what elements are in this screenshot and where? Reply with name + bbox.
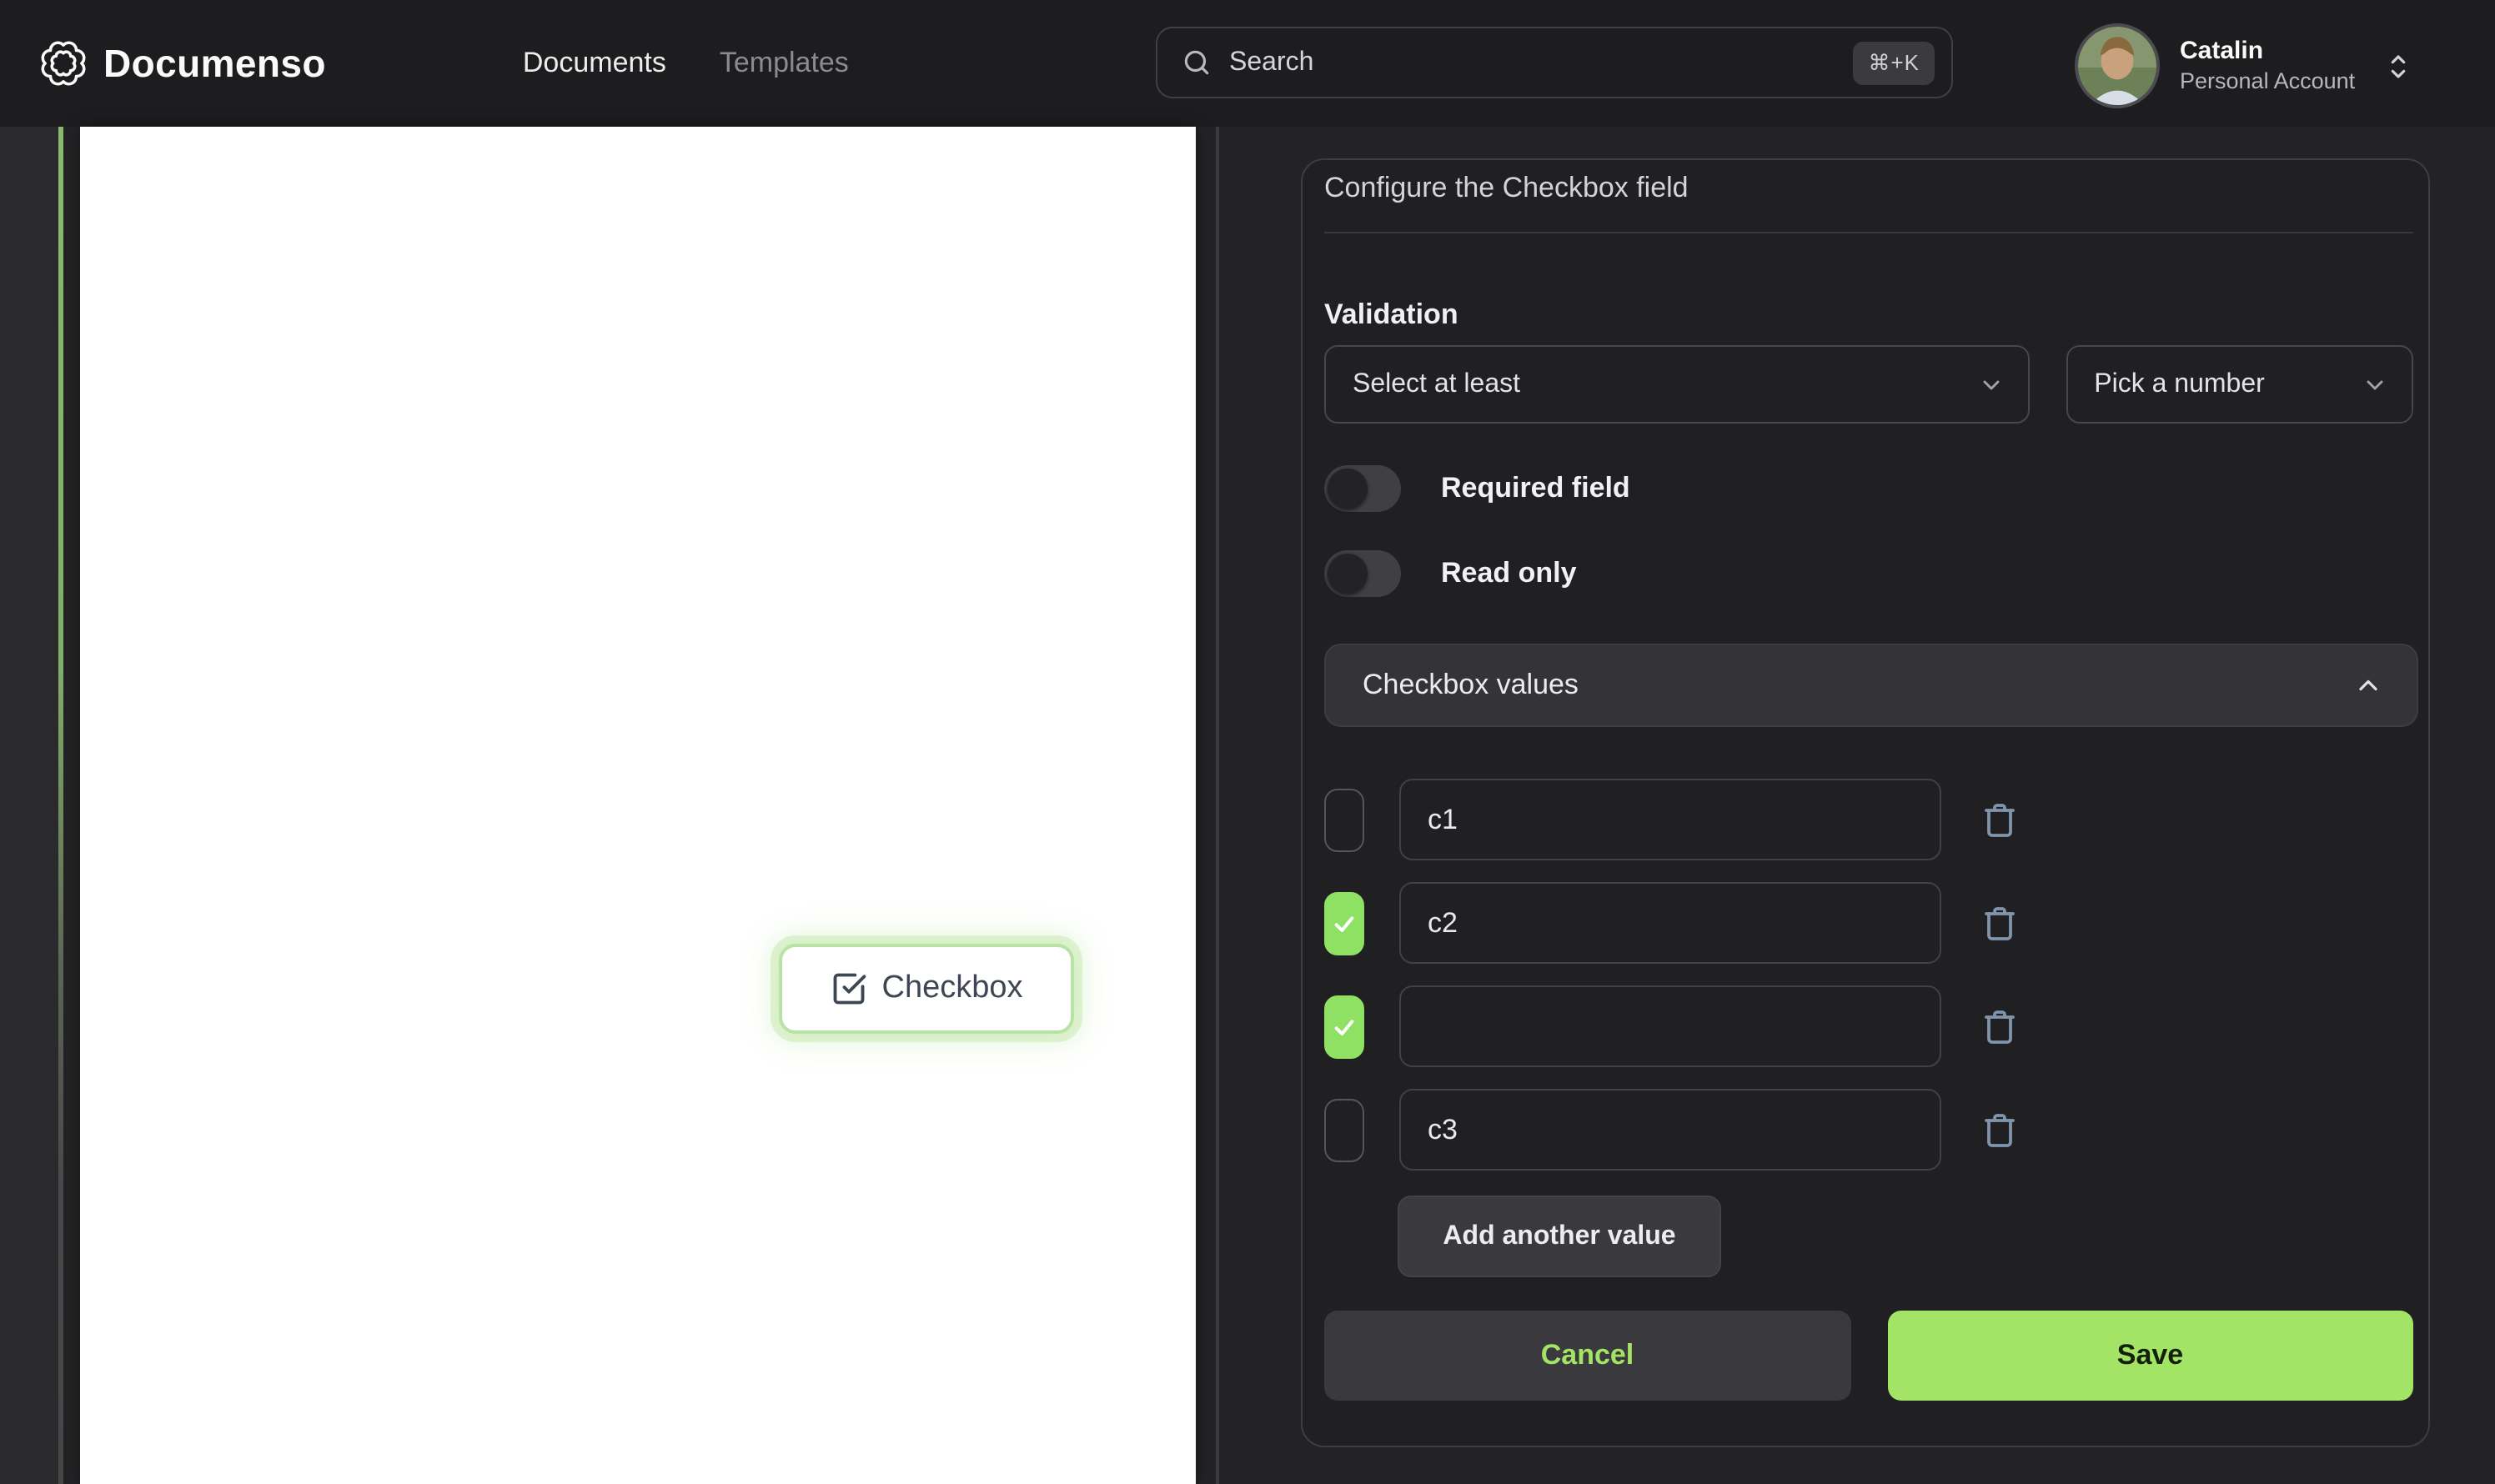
trash-icon (1985, 1113, 2015, 1146)
brand-title: Documenso (103, 41, 326, 84)
delete-value-button[interactable] (1978, 1005, 2021, 1048)
checkbox-field[interactable]: Checkbox (779, 944, 1074, 1034)
read-only-label: Read only (1441, 557, 1577, 589)
check-icon (1334, 1019, 1354, 1035)
value-checkbox[interactable] (1324, 788, 1364, 851)
delete-value-button[interactable] (1978, 798, 2021, 841)
validation-rule-value: Select at least (1353, 369, 1520, 398)
user-account-type: Personal Account (2180, 68, 2356, 93)
chevron-down-icon (2367, 379, 2383, 389)
value-input[interactable] (1399, 779, 1941, 860)
field-settings-panel: Configure the Checkbox field Validation … (1301, 158, 2430, 1447)
checkbox-values-list (1324, 779, 2413, 1171)
required-field-toggle-row: Required field (1324, 465, 2413, 512)
validation-label: Validation (1324, 298, 1458, 330)
user-name: Catalin (2180, 37, 2264, 65)
documenso-logo-icon (40, 40, 87, 87)
cancel-button[interactable]: Cancel (1324, 1311, 1850, 1401)
nav-link-templates[interactable]: Templates (720, 47, 849, 80)
top-navbar: Documenso Documents Templates Search ⌘+K (0, 0, 2495, 127)
search-input[interactable]: Search ⌘+K (1156, 27, 1953, 98)
required-field-toggle[interactable] (1324, 465, 1401, 512)
value-input[interactable] (1399, 1089, 1941, 1171)
read-only-toggle[interactable] (1324, 550, 1401, 597)
checkbox-value-row (1324, 985, 2413, 1067)
trash-icon (1985, 1010, 2015, 1043)
pane-divider (1216, 127, 1219, 1484)
user-info: Catalin Personal Account (2180, 35, 2355, 97)
left-rail (0, 127, 58, 1484)
validation-number-value: Pick a number (2094, 369, 2265, 398)
value-checkbox[interactable] (1324, 995, 1364, 1058)
brand-home-link[interactable]: Documenso (40, 40, 326, 87)
avatar (2075, 23, 2160, 108)
delete-value-button[interactable] (1978, 1108, 2021, 1151)
workspace: Checkbox Configure the Checkbox field Va… (0, 127, 2495, 1484)
validation-controls: Select at least Pick a number (1324, 345, 2413, 424)
value-checkbox[interactable] (1324, 1098, 1364, 1161)
search-placeholder: Search (1229, 48, 1314, 76)
checkbox-values-accordion[interactable]: Checkbox values (1324, 644, 2418, 727)
toggle-knob (1328, 554, 1368, 594)
checkbox-value-row (1324, 882, 2413, 964)
primary-nav: Documents Templates (523, 47, 849, 80)
chevrons-up-down-icon (2385, 49, 2412, 83)
chevron-down-icon (1982, 379, 1999, 389)
app-root: Documenso Documents Templates Search ⌘+K (0, 0, 2495, 1484)
add-another-value-button[interactable]: Add another value (1398, 1196, 1721, 1277)
trash-icon (1985, 906, 2015, 940)
value-checkbox[interactable] (1324, 891, 1364, 955)
search-icon (1181, 47, 1212, 78)
checkbox-value-row (1324, 779, 2413, 860)
checkbox-square-icon (831, 970, 867, 1007)
delete-value-button[interactable] (1978, 901, 2021, 945)
checkbox-values-header-label: Checkbox values (1363, 669, 1579, 700)
check-icon (1334, 915, 1354, 931)
validation-number-select[interactable]: Pick a number (2066, 345, 2413, 424)
toggle-knob (1328, 469, 1368, 509)
user-menu[interactable]: Catalin Personal Account (2075, 23, 2412, 108)
field-label: Checkbox (881, 970, 1023, 1005)
required-field-label: Required field (1441, 472, 1630, 504)
read-only-toggle-row: Read only (1324, 550, 2413, 597)
panel-divider (1324, 232, 2413, 233)
chevron-up-icon (2359, 679, 2377, 691)
panel-title: Configure the Checkbox field (1324, 172, 1689, 203)
search-shortcut-badge: ⌘+K (1853, 41, 1935, 84)
document-page[interactable]: Checkbox (80, 127, 1196, 1484)
trash-icon (1985, 803, 2015, 836)
checkbox-value-row (1324, 1089, 2413, 1171)
save-button[interactable]: Save (1887, 1311, 2413, 1401)
panel-actions: Cancel Save (1324, 1311, 2413, 1401)
progress-accent-line (58, 127, 63, 1484)
value-input[interactable] (1399, 882, 1941, 964)
nav-link-documents[interactable]: Documents (523, 47, 666, 80)
validation-rule-select[interactable]: Select at least (1324, 345, 2030, 424)
value-input[interactable] (1399, 985, 1941, 1067)
